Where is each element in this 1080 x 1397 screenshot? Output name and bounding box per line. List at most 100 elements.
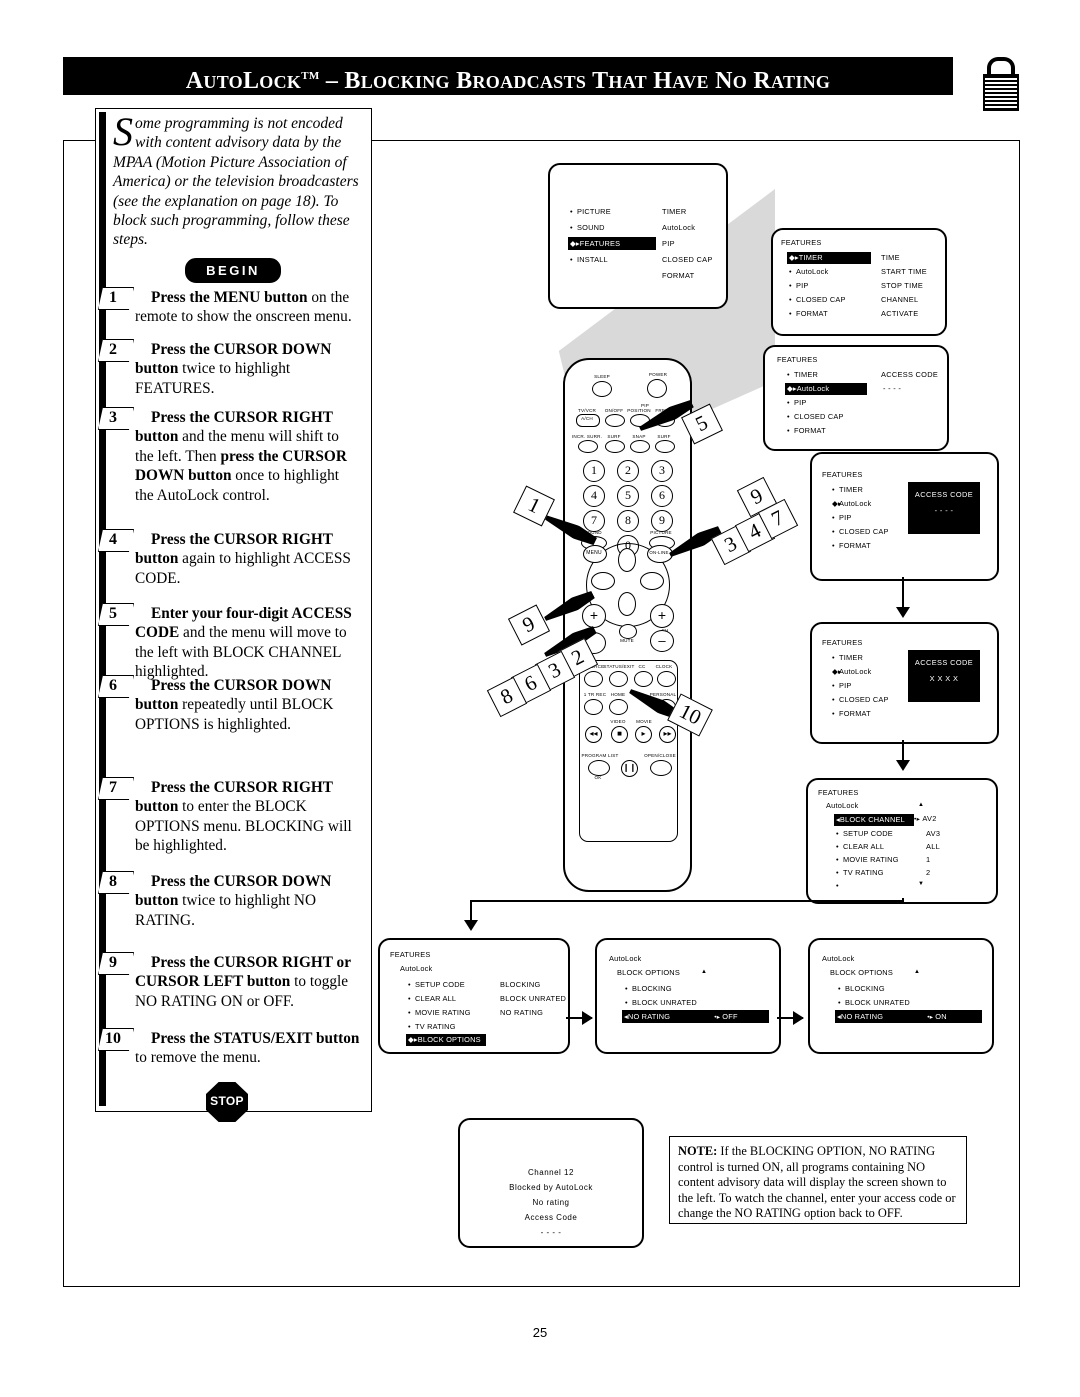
surf-button[interactable]	[605, 440, 625, 453]
open-close-button[interactable]	[650, 760, 672, 776]
menu-item-pip: • PIP	[832, 513, 852, 522]
menu-item-autolock-selected: ◆▸AutoLock	[832, 499, 872, 508]
step-text-10: Press the STATUS/EXIT button to remove t…	[135, 1030, 360, 1067]
menu-item-setup-code: • SETUP CODE	[836, 829, 893, 838]
step-3: 3 Press the CURSOR RIGHT button and the m…	[98, 407, 361, 505]
value-block-unrated: BLOCK UNRATED	[500, 994, 567, 1003]
power-button[interactable]	[647, 379, 667, 398]
clock-button[interactable]	[657, 671, 676, 687]
key-5[interactable]: 5	[617, 485, 639, 507]
step-9: 9 Press the CURSOR RIGHT or CURSOR LEFT b…	[98, 952, 361, 1011]
source-button[interactable]	[584, 671, 603, 687]
cc-label: CC	[638, 664, 646, 669]
key-7[interactable]: 7	[583, 510, 605, 532]
key-1[interactable]: 1	[583, 460, 605, 482]
menu-item-pip: • PIP	[789, 281, 809, 290]
cursor-left-button[interactable]	[591, 572, 615, 590]
trrec-button[interactable]	[584, 699, 603, 715]
step-number-10: 10	[98, 1028, 134, 1051]
value-av2: •▸ AV2	[914, 814, 937, 823]
connector-arrow-down-3	[464, 920, 478, 931]
pause-button[interactable]: ❙❙	[621, 760, 638, 777]
menu-item-format: • FORMAT	[789, 309, 828, 318]
step-text-3: Press the CURSOR RIGHT button and the me…	[135, 409, 347, 504]
blocked-line-4: Access Code	[524, 1213, 578, 1222]
menu-item-timer: • TIMER	[787, 370, 818, 379]
screen7-subheader: AutoLock	[400, 964, 433, 973]
key-6[interactable]: 6	[651, 485, 673, 507]
menu-item-setup-code: • SETUP CODE	[408, 980, 465, 989]
menu-item-autolock-highlighted: ◆▸AutoLock	[785, 383, 867, 395]
blocked-line-5: - - - -	[540, 1228, 562, 1237]
menu-item-format: • FORMAT	[787, 426, 826, 435]
channel-down-button[interactable]: –	[650, 630, 674, 652]
step-number-3: 3	[98, 407, 134, 430]
cc-button[interactable]	[634, 671, 653, 687]
connector-6-stub	[902, 898, 904, 902]
step-text-5: Enter your four-digit ACCESS CODE and th…	[135, 605, 352, 681]
value-access-code: - - - -	[883, 384, 902, 393]
sleep-button[interactable]	[592, 381, 612, 397]
tv-screen-access-code-entered: FEATURES • TIMER ◆▸AutoLock • PIP • CLOSED …	[810, 622, 999, 744]
submenu-timer: TIMER	[662, 207, 687, 216]
step-4: 4 Press the CURSOR RIGHT button again to …	[98, 529, 361, 588]
access-code-title: ACCESS CODE	[914, 658, 974, 667]
begin-badge: BEGIN	[185, 258, 281, 283]
cursor-up-button[interactable]	[618, 548, 636, 572]
rewind-button[interactable]: ◂◂	[585, 726, 602, 743]
menu-label: MENU	[586, 550, 602, 556]
cursor-down-button[interactable]	[618, 592, 636, 616]
screen6-subheader: AutoLock	[826, 801, 859, 810]
snap-button[interactable]	[630, 440, 650, 453]
step-text-8: Press the CURSOR DOWN button twice to hi…	[135, 873, 332, 929]
value-movie-rating: 1	[926, 855, 931, 864]
pip-onoff-button[interactable]	[605, 414, 625, 427]
step-7: 7 Press the CURSOR RIGHT button to enter …	[98, 777, 361, 856]
screen7-header: FEATURES	[390, 950, 431, 959]
clock-label: CLOCK	[655, 664, 673, 669]
mute-button[interactable]	[619, 624, 637, 639]
step-text-7: Press the CURSOR RIGHT button to enter t…	[135, 779, 352, 855]
channel-up-button[interactable]: +	[650, 604, 674, 628]
value-start-time: START TIME	[881, 267, 927, 276]
status-exit-button[interactable]	[609, 671, 628, 687]
tv-screen-autolock-options: FEATURES AutoLock ▲ ◂BLOCK CHANNEL • SETU…	[806, 778, 998, 904]
key-4[interactable]: 4	[583, 485, 605, 507]
menu-item-timer: • TIMER	[832, 653, 863, 662]
key-3[interactable]: 3	[651, 460, 673, 482]
menu-item-no-rating-highlighted: ◂NO RATING •▸ OFF	[622, 1010, 769, 1023]
menu-item-no-rating-highlighted: ◂NO RATING •▸ ON	[835, 1010, 982, 1023]
key-2[interactable]: 2	[617, 460, 639, 482]
key-8[interactable]: 8	[617, 510, 639, 532]
key-9[interactable]: 9	[651, 510, 673, 532]
surf2-button[interactable]	[655, 440, 675, 453]
blocked-line-3: No rating	[532, 1198, 570, 1207]
page-number: 25	[532, 1325, 548, 1340]
fastforward-button[interactable]: ▸▸	[659, 726, 676, 743]
play-button[interactable]: ▸	[635, 726, 652, 743]
page-header-bar: AUTOLOCKTM – BLOCKING BROADCASTS THAT HA…	[63, 57, 953, 95]
access-code-box: ACCESS CODE - - - -	[908, 482, 980, 534]
ach-label: A/CH	[581, 416, 593, 421]
menu-item-pip: • PIP	[832, 681, 852, 690]
incr-surr-button[interactable]	[578, 440, 598, 453]
connector-4-to-5	[902, 577, 904, 609]
screen6-header: FEATURES	[818, 788, 859, 797]
stop-button[interactable]: ■	[611, 726, 628, 743]
note-text: If the BLOCKING OPTION, NO RATING contro…	[678, 1144, 956, 1221]
submenu-pip: PIP	[662, 239, 675, 248]
volume-up-button[interactable]: +	[582, 604, 606, 628]
menu-item-features-highlighted: ◆▸FEATURES	[568, 237, 656, 250]
cursor-right-button[interactable]	[640, 572, 664, 590]
value-channel: CHANNEL	[881, 295, 919, 304]
access-code-value: X X X X	[929, 674, 959, 683]
access-code-box: ACCESS CODE X X X X	[908, 650, 980, 702]
program-list-button[interactable]	[588, 760, 610, 776]
intro-text: ome programming is not encoded with cont…	[113, 115, 359, 249]
home-button[interactable]	[609, 699, 628, 715]
note-box: NOTE: If the BLOCKING OPTION, NO RATING …	[669, 1136, 967, 1224]
tv-screen-main-menu: • PICTURE • SOUND ◆▸FEATURES • INSTALL TIME…	[548, 163, 728, 309]
open-close-label: OPEN/CLOSE	[644, 753, 676, 758]
screen2-header: FEATURES	[781, 238, 822, 247]
step-number-9: 9	[98, 952, 134, 975]
